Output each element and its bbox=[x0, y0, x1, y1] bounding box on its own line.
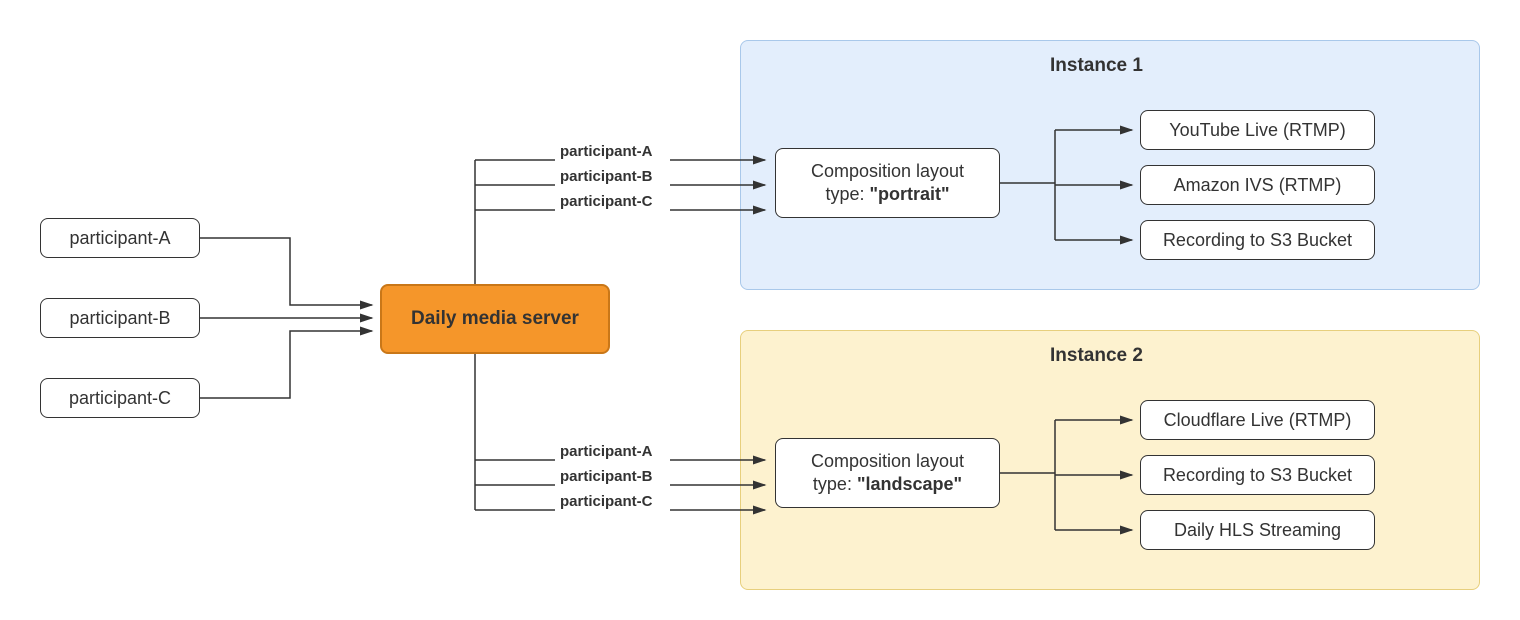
comp1-line2-bold: "portrait" bbox=[869, 184, 949, 204]
comp1-line2-prefix: type: bbox=[825, 184, 869, 204]
participant-source-b: participant-B bbox=[40, 298, 200, 338]
comp2-line1: Composition layout bbox=[811, 451, 964, 471]
instance2-output-1: Cloudflare Live (RTMP) bbox=[1140, 400, 1375, 440]
output-label: Cloudflare Live (RTMP) bbox=[1164, 410, 1352, 431]
composition-2-text: Composition layout type: "landscape" bbox=[811, 450, 964, 497]
edge-label-i2-a: participant-A bbox=[560, 443, 653, 460]
participant-source-c: participant-C bbox=[40, 378, 200, 418]
composition-1-text: Composition layout type: "portrait" bbox=[811, 160, 964, 207]
instance2-output-2: Recording to S3 Bucket bbox=[1140, 455, 1375, 495]
node-label: participant-B bbox=[69, 308, 170, 329]
comp2-line2-bold: "landscape" bbox=[857, 474, 962, 494]
composition-1: Composition layout type: "portrait" bbox=[775, 148, 1000, 218]
node-label: participant-A bbox=[69, 228, 170, 249]
media-server: Daily media server bbox=[380, 284, 610, 354]
node-label: participant-C bbox=[69, 388, 171, 409]
instance1-output-1: YouTube Live (RTMP) bbox=[1140, 110, 1375, 150]
comp2-line2-prefix: type: bbox=[813, 474, 857, 494]
output-label: Amazon IVS (RTMP) bbox=[1174, 175, 1342, 196]
composition-2: Composition layout type: "landscape" bbox=[775, 438, 1000, 508]
instance2-output-3: Daily HLS Streaming bbox=[1140, 510, 1375, 550]
output-label: Recording to S3 Bucket bbox=[1163, 465, 1352, 486]
comp1-line1: Composition layout bbox=[811, 161, 964, 181]
edge-label-i1-c: participant-C bbox=[560, 193, 653, 210]
instance-2-title: Instance 2 bbox=[1050, 345, 1143, 367]
instance-1-title: Instance 1 bbox=[1050, 55, 1143, 77]
output-label: Recording to S3 Bucket bbox=[1163, 230, 1352, 251]
instance1-output-2: Amazon IVS (RTMP) bbox=[1140, 165, 1375, 205]
instance1-output-3: Recording to S3 Bucket bbox=[1140, 220, 1375, 260]
edge-label-i2-b: participant-B bbox=[560, 468, 653, 485]
server-label: Daily media server bbox=[411, 308, 579, 330]
edge-label-i2-c: participant-C bbox=[560, 493, 653, 510]
output-label: YouTube Live (RTMP) bbox=[1169, 120, 1345, 141]
output-label: Daily HLS Streaming bbox=[1174, 520, 1341, 541]
edge-label-i1-a: participant-A bbox=[560, 143, 653, 160]
edge-label-i1-b: participant-B bbox=[560, 168, 653, 185]
participant-source-a: participant-A bbox=[40, 218, 200, 258]
